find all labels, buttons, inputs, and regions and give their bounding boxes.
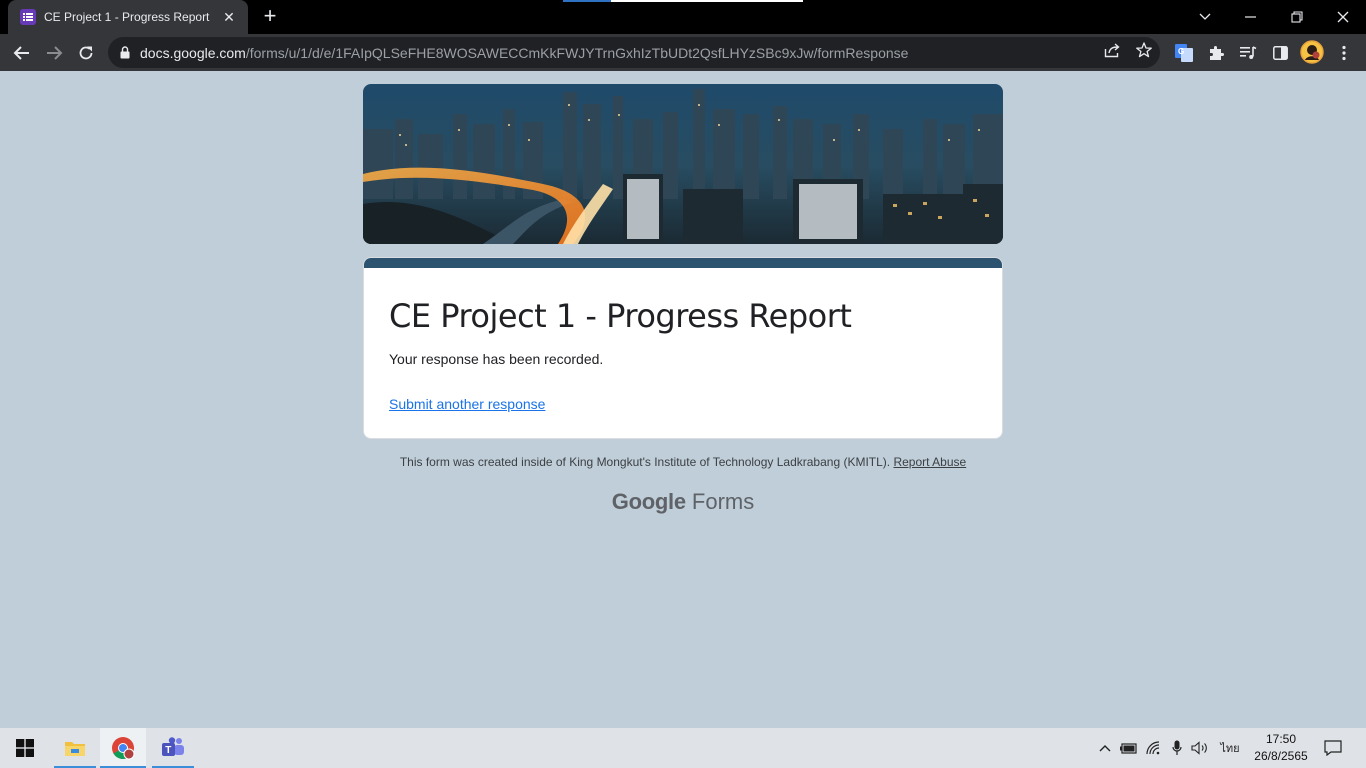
back-arrow-icon [13,46,29,60]
clock-date: 26/8/2565 [1254,749,1308,763]
taskbar-chrome[interactable] [100,728,146,768]
url-path: /forms/u/1/d/e/1FAIpQLSeFHE8WOSAWECCmKkF… [245,44,909,61]
form-footer-note: This form was created inside of King Mon… [363,455,1003,469]
side-panel-icon [1272,46,1288,60]
forward-arrow-icon [47,46,63,60]
tab-title: CE Project 1 - Progress Report [44,10,210,24]
browser-toolbar: docs.google.com/forms/u/1/d/e/1FAIpQLSeF… [0,34,1366,71]
battery-status[interactable] [1118,728,1140,768]
submit-another-response-link[interactable]: Submit another response [389,396,545,412]
battery-icon [1120,743,1137,754]
windows-start-icon [16,739,34,757]
svg-text:T: T [165,745,171,756]
menu-icon [1342,45,1346,61]
extensions-icon [1210,46,1224,60]
start-button[interactable] [4,728,46,768]
minimize-button[interactable] [1228,0,1274,34]
input-language[interactable]: ไทย [1216,728,1244,768]
form-header-image [363,84,1003,244]
translate-extension-button[interactable]: G [1174,43,1194,63]
show-hidden-icons-button[interactable] [1094,728,1116,768]
media-control-button[interactable] [1238,43,1258,63]
bookmark-star-button[interactable] [1134,41,1154,59]
extensions-button[interactable] [1206,43,1226,63]
taskbar-teams[interactable]: T [152,728,194,768]
google-forms-logo[interactable]: Google Forms [363,489,1003,515]
share-button[interactable] [1102,41,1122,59]
url-text: docs.google.com/forms/u/1/d/e/1FAIpQLSeF… [140,45,908,61]
star-icon [1136,42,1152,58]
wifi-icon [1146,741,1160,755]
profile-button[interactable] [1300,40,1324,64]
browser-tab-active[interactable]: CE Project 1 - Progress Report ✕ [8,0,248,34]
url-host: docs.google.com [140,44,246,61]
tab-search-button[interactable] [1182,0,1228,34]
chevron-down-icon [1199,13,1211,20]
city-night-skyline-image [363,84,1003,244]
brand-google: Google [611,489,686,514]
report-abuse-link[interactable]: Report Abuse [893,455,966,469]
tab-close-button[interactable]: ✕ [220,9,238,26]
teams-icon: T [162,737,184,756]
form-title: CE Project 1 - Progress Report [389,297,852,335]
windows-taskbar: T ไทย 17:50 26/8/2565 [0,728,1366,768]
file-explorer-icon [65,742,85,756]
media-icon [1239,46,1256,59]
address-bar[interactable]: docs.google.com/forms/u/1/d/e/1FAIpQLSeF… [108,37,1160,68]
close-window-button[interactable] [1320,0,1366,34]
back-button[interactable] [9,40,35,66]
close-icon [1337,11,1349,23]
microphone-icon [1172,740,1182,755]
minimize-icon [1245,16,1256,18]
taskbar-file-explorer[interactable] [54,728,96,768]
svg-text:G: G [1178,47,1184,56]
loading-strip [563,0,803,2]
browser-menu-button[interactable] [1334,43,1354,63]
forward-button[interactable] [41,40,67,66]
restore-button[interactable] [1274,0,1320,34]
chevron-up-icon [1099,745,1111,752]
confirmation-card: CE Project 1 - Progress Report Your resp… [363,257,1003,439]
volume-control[interactable] [1189,728,1211,768]
profile-avatar [1300,40,1324,64]
share-icon [1104,42,1120,57]
browser-titlebar: CE Project 1 - Progress Report ✕ + [0,0,1366,34]
action-center-button[interactable] [1318,728,1348,768]
lock-icon [120,46,130,59]
new-tab-button[interactable]: + [258,5,282,28]
microphone-status[interactable] [1167,728,1187,768]
network-status[interactable] [1143,728,1165,768]
notification-icon [1324,740,1342,756]
restore-icon [1291,11,1303,23]
system-clock[interactable]: 17:50 26/8/2565 [1248,731,1314,765]
confirmation-message: Your response has been recorded. [389,351,604,367]
reload-icon [79,46,93,60]
card-accent-bar [364,258,1002,268]
side-panel-button[interactable] [1270,43,1290,63]
translate-icon: G [1175,44,1193,62]
forms-icon [20,9,36,25]
clock-time: 17:50 [1265,732,1297,746]
reload-button[interactable] [73,40,99,66]
speaker-icon [1191,741,1207,755]
brand-forms: Forms [691,489,755,514]
chrome-icon [112,737,135,760]
footer-created-text: This form was created inside of King Mon… [399,455,891,469]
